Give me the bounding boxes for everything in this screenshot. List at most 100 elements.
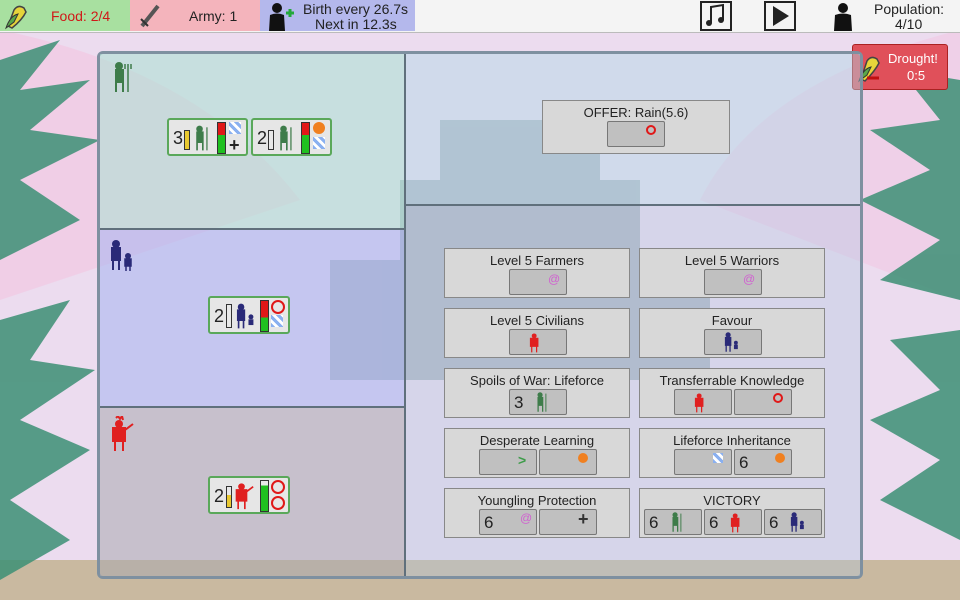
ritual-slot[interactable]: [509, 329, 567, 355]
ritual-title: Lifeforce Inheritance: [673, 433, 791, 448]
ritual-title: Favour: [711, 313, 753, 328]
ritual-zone: Level 5 Farmers @ Level 5 Warriors @ Lev…: [406, 206, 860, 576]
offer-title: OFFER: Rain(5.6): [583, 105, 689, 120]
person-plus-icon: [269, 3, 294, 31]
ritual-title: Transferrable Knowledge: [659, 373, 805, 388]
knowledge-icon: [313, 137, 325, 149]
game-board: 3 + 2 2 2 OFFER: Rain(5.6) Level 5 Farme…: [97, 51, 863, 579]
food-count: Food: 2/4: [51, 8, 111, 24]
ritual-card-level5-warriors[interactable]: Level 5 Warriors @: [639, 248, 825, 298]
slot-count: 6: [709, 513, 719, 532]
ritual-slot[interactable]: [734, 389, 792, 415]
warrior-icon: [730, 513, 740, 533]
farmer-icon: [115, 62, 132, 92]
ritual-slot[interactable]: 6: [644, 509, 702, 535]
ritual-slot[interactable]: [674, 389, 732, 415]
ritual-card-level5-civilians[interactable]: Level 5 Civilians: [444, 308, 630, 358]
farmer-icon: [537, 392, 547, 412]
slot-count: 6: [649, 513, 659, 532]
sun-icon: [578, 453, 588, 463]
ritual-slot[interactable]: @: [704, 269, 762, 295]
farmer-icon: [196, 125, 208, 151]
ritual-slot[interactable]: [539, 449, 597, 475]
ring-icon: [271, 480, 285, 494]
knowledge-icon: [229, 122, 241, 134]
ritual-title: Youngling Protection: [477, 493, 597, 508]
offer-slot[interactable]: [607, 121, 665, 147]
ritual-card-transferrable-knowledge[interactable]: Transferrable Knowledge: [639, 368, 825, 418]
health-bar: [260, 300, 269, 332]
army-panel: Army: 1: [130, 0, 260, 31]
civilian-icon: [111, 240, 132, 271]
ring-icon: [646, 125, 656, 135]
ring-icon: [271, 496, 285, 510]
warriors-lane[interactable]: 2: [100, 408, 406, 576]
ritual-card-favour[interactable]: Favour: [639, 308, 825, 358]
health-bar: [260, 480, 269, 512]
ritual-card-youngling-protection[interactable]: Youngling Protection 6 @ +: [444, 488, 630, 538]
ritual-card-spoils-of-war[interactable]: Spoils of War: Lifeforce 3: [444, 368, 630, 418]
civilian-icon: [236, 303, 254, 329]
music-note-icon[interactable]: [700, 1, 732, 31]
corn-icon: [5, 5, 27, 30]
slot-count: 6: [769, 513, 779, 532]
ritual-title: Desperate Learning: [479, 433, 595, 448]
farmer-icon: [672, 512, 682, 532]
ritual-slot[interactable]: 3: [509, 389, 567, 415]
ritual-card-lifeforce-inheritance[interactable]: Lifeforce Inheritance 6: [639, 428, 825, 478]
ritual-slot[interactable]: 6 @: [479, 509, 537, 535]
farmers-lane[interactable]: 3 + 2: [100, 54, 406, 230]
ritual-slot[interactable]: 6: [734, 449, 792, 475]
drought-alert[interactable]: Drought! 0:5: [852, 44, 948, 90]
sun-icon: [313, 122, 325, 134]
civilian-icon: [790, 512, 804, 532]
ritual-slot[interactable]: [704, 329, 762, 355]
ritual-slot[interactable]: +: [539, 509, 597, 535]
birth-countdown: Next in 12.3s: [315, 16, 397, 32]
ritual-slot[interactable]: >: [479, 449, 537, 475]
spiral-icon: @: [548, 272, 561, 286]
slot-count: 3: [514, 393, 524, 412]
ritual-title: Level 5 Warriors: [684, 253, 780, 268]
ritual-title: VICTORY: [703, 493, 761, 508]
ritual-card-desperate-learning[interactable]: Desperate Learning >: [444, 428, 630, 478]
offer-zone: OFFER: Rain(5.6): [406, 54, 860, 206]
ritual-slot[interactable]: 6: [704, 509, 762, 535]
civilian-unit-card[interactable]: 2: [208, 296, 290, 334]
farmer-icon: [280, 125, 292, 151]
ritual-slot[interactable]: 6: [764, 509, 822, 535]
food-bar: [184, 130, 190, 150]
warrior-icon: [235, 483, 254, 510]
food-panel: Food: 2/4: [0, 0, 130, 31]
unit-count: 2: [214, 306, 225, 326]
warrior-icon: [694, 393, 704, 413]
ritual-card-victory[interactable]: VICTORY 6 6 6: [639, 488, 825, 538]
population-value: 4/10: [895, 16, 923, 32]
offer-card[interactable]: OFFER: Rain(5.6): [542, 100, 730, 154]
drought-timer: 0:5: [907, 68, 926, 83]
army-count: Army: 1: [189, 8, 238, 24]
ritual-title: Level 5 Civilians: [490, 313, 584, 328]
food-bar: [226, 304, 232, 328]
slot-count: 6: [484, 513, 494, 532]
ritual-slot[interactable]: [674, 449, 732, 475]
warrior-unit-card[interactable]: 2: [208, 476, 290, 514]
spiral-icon: @: [520, 511, 533, 525]
civilians-lane[interactable]: 2: [100, 230, 406, 408]
birth-panel: Birth every 26.7s Next in 12.3s: [260, 0, 415, 32]
civilian-icon: [724, 332, 738, 352]
health-bar: [217, 122, 226, 154]
ritual-title: Level 5 Farmers: [490, 253, 584, 268]
ritual-card-level5-farmers[interactable]: Level 5 Farmers @: [444, 248, 630, 298]
farmer-unit-card[interactable]: 3 +: [167, 118, 248, 156]
unit-count: 3: [173, 128, 184, 148]
chevron-right-icon: >: [518, 452, 527, 468]
ritual-slot[interactable]: @: [509, 269, 567, 295]
play-icon[interactable]: [764, 1, 796, 31]
farmer-unit-card[interactable]: 2: [251, 118, 332, 156]
plus-icon: +: [578, 509, 589, 529]
ritual-title: Spoils of War: Lifeforce: [470, 373, 604, 388]
health-bar: [301, 122, 310, 154]
ring-icon: [271, 300, 285, 314]
food-bar: [268, 130, 274, 150]
